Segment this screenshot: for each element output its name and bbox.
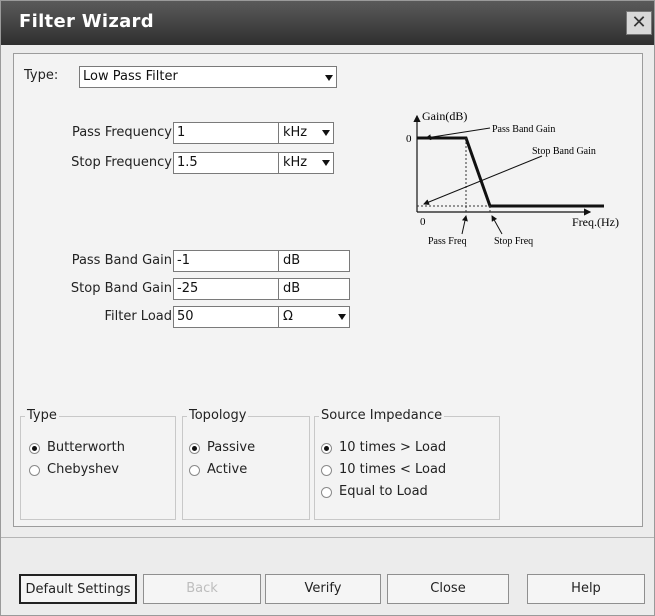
impedance-10x-greater-label: 10 times > Load bbox=[339, 440, 447, 455]
close-icon[interactable]: ✕ bbox=[626, 11, 652, 35]
pass-frequency-unit-select[interactable]: kHz bbox=[278, 122, 334, 144]
x-zero-label: 0 bbox=[420, 216, 426, 228]
chevron-down-icon bbox=[325, 75, 333, 81]
settings-panel: Type: Low Pass Filter Pass Frequency 1 k… bbox=[13, 53, 643, 527]
pass-band-gain-input[interactable]: -1 bbox=[173, 250, 279, 272]
pass-freq-annotation: Pass Freq bbox=[428, 236, 467, 247]
stop-band-gain-label: Stop Band Gain bbox=[70, 281, 172, 296]
stop-freq-leader bbox=[491, 215, 503, 235]
impedance-10x-less-radio[interactable] bbox=[321, 465, 332, 476]
topology-group: Topology Passive Active bbox=[182, 408, 310, 520]
chebyshev-label: Chebyshev bbox=[47, 462, 119, 477]
pass-frequency-input[interactable]: 1 bbox=[173, 122, 279, 144]
impedance-10x-greater-radio[interactable] bbox=[321, 443, 332, 454]
window-title: Filter Wizard bbox=[19, 11, 154, 32]
help-button[interactable]: Help bbox=[527, 574, 645, 604]
stop-band-gain-annotation: Stop Band Gain bbox=[532, 146, 596, 157]
pass-band-gain-label: Pass Band Gain bbox=[71, 253, 172, 268]
active-radio[interactable] bbox=[189, 465, 200, 476]
y-zero-label: 0 bbox=[406, 133, 412, 145]
chevron-down-icon bbox=[338, 314, 346, 320]
filter-type-select[interactable]: Low Pass Filter bbox=[79, 66, 337, 88]
filter-type-value: Low Pass Filter bbox=[83, 69, 178, 84]
filter-wizard-window: Filter Wizard ✕ Type: Low Pass Filter Pa… bbox=[0, 0, 655, 616]
filter-load-label: Filter Load bbox=[104, 309, 172, 324]
stop-band-gain-input[interactable]: -25 bbox=[173, 278, 279, 300]
active-label: Active bbox=[207, 462, 248, 477]
title-bar[interactable]: Filter Wizard ✕ bbox=[1, 1, 654, 45]
stop-frequency-input[interactable]: 1.5 bbox=[173, 152, 279, 174]
default-settings-button[interactable]: Default Settings bbox=[19, 574, 137, 604]
butterworth-label: Butterworth bbox=[47, 440, 125, 455]
source-impedance-group-title: Source Impedance bbox=[319, 408, 445, 423]
button-bar-divider bbox=[1, 537, 654, 538]
pass-frequency-unit: kHz bbox=[283, 125, 308, 140]
stop-freq-annotation: Stop Freq bbox=[494, 236, 533, 247]
impedance-equal-radio[interactable] bbox=[321, 487, 332, 498]
chebyshev-radio[interactable] bbox=[29, 465, 40, 476]
passive-radio[interactable] bbox=[189, 443, 200, 454]
filter-load-input[interactable]: 50 bbox=[173, 306, 279, 328]
back-button[interactable]: Back bbox=[143, 574, 261, 604]
pass-band-gain-unit: dB bbox=[278, 250, 350, 272]
impedance-equal-label: Equal to Load bbox=[339, 484, 428, 499]
passive-label: Passive bbox=[207, 440, 256, 455]
source-impedance-group: Source Impedance 10 times > Load 10 time… bbox=[314, 408, 500, 520]
impedance-10x-less-label: 10 times < Load bbox=[339, 462, 447, 477]
stop-frequency-unit-select[interactable]: kHz bbox=[278, 152, 334, 174]
filter-type-label: Type: bbox=[24, 68, 59, 83]
pass-freq-leader bbox=[461, 215, 468, 235]
y-axis-label: Gain(dB) bbox=[422, 109, 467, 123]
topology-group-title: Topology bbox=[187, 408, 249, 423]
x-axis-label: Freq.(Hz) bbox=[572, 215, 619, 229]
filter-response-diagram: Gain(dB) 0 Pass Band Gain Stop Band Gain… bbox=[406, 109, 619, 247]
type-group: Type Butterworth Chebyshev bbox=[20, 408, 176, 520]
verify-button[interactable]: Verify bbox=[265, 574, 381, 604]
stop-gain-leader bbox=[423, 155, 543, 205]
pass-frequency-label: Pass Frequency bbox=[71, 125, 172, 140]
type-group-title: Type bbox=[25, 408, 59, 423]
chevron-down-icon bbox=[322, 160, 330, 166]
close-button[interactable]: Close bbox=[387, 574, 509, 604]
butterworth-radio[interactable] bbox=[29, 443, 40, 454]
stop-frequency-unit: kHz bbox=[283, 155, 308, 170]
stop-band-gain-unit: dB bbox=[278, 278, 350, 300]
filter-load-unit: Ω bbox=[283, 309, 293, 324]
pass-band-gain-annotation: Pass Band Gain bbox=[492, 124, 555, 135]
filter-load-unit-select[interactable]: Ω bbox=[278, 306, 350, 328]
stop-frequency-label: Stop Frequency bbox=[71, 155, 172, 170]
chevron-down-icon bbox=[322, 130, 330, 136]
